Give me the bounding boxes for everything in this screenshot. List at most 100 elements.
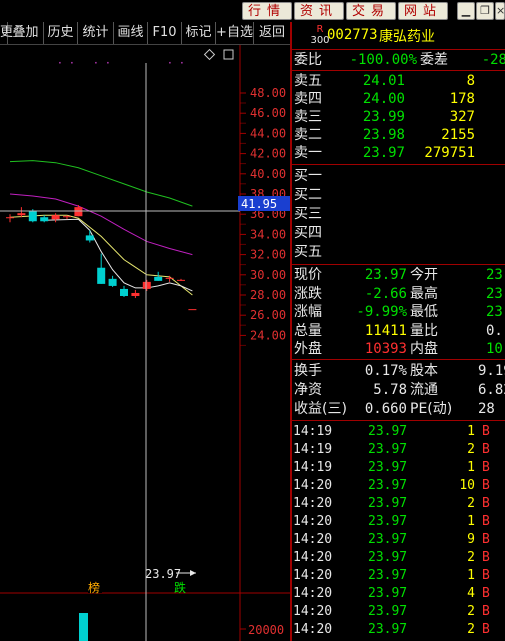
- stat-label: 总量: [294, 322, 322, 339]
- tick-volume: 2: [467, 550, 475, 565]
- bid-label: 买一: [294, 168, 322, 184]
- tick-direction: B: [482, 550, 490, 565]
- stat-row: 现价 23.97 今开 23.: [292, 266, 505, 284]
- candlestick-chart[interactable]: 48.0046.0044.0042.0040.0038.0036.0034.00…: [0, 45, 290, 641]
- tick-time: 14:20: [293, 586, 333, 601]
- bid-row[interactable]: 买五: [292, 243, 505, 261]
- trade-button[interactable]: 交易: [346, 2, 396, 20]
- ask-row[interactable]: 卖一 23.97 279751: [292, 144, 505, 162]
- stock-code: 002773: [327, 27, 378, 43]
- bid-row[interactable]: 买四: [292, 224, 505, 242]
- divider: [292, 420, 505, 421]
- bid-label: 买三: [294, 206, 322, 222]
- toolbar-stats[interactable]: 统计: [78, 22, 114, 44]
- candle-body: [40, 217, 49, 222]
- website-button[interactable]: 网站: [398, 2, 448, 20]
- ask-row[interactable]: 卖三 23.99 327: [292, 108, 505, 126]
- stat-label-2: 内盘: [410, 341, 438, 357]
- stock-name: 康弘药业: [379, 29, 435, 45]
- tick-price: 23.97: [368, 622, 408, 637]
- stat2-row: 换手 0.17% 股本 9.19: [292, 362, 505, 380]
- candle-body: [188, 309, 197, 311]
- hq-button[interactable]: 行情: [242, 2, 292, 20]
- legend-dots: ·: [180, 56, 184, 70]
- legend-dots: ·: [168, 56, 172, 70]
- ask-label: 卖二: [294, 127, 322, 143]
- bid-label: 买二: [294, 187, 322, 203]
- crosshair-price-label: 41.95: [241, 197, 277, 211]
- candle-body: [74, 207, 83, 217]
- divider: [292, 359, 505, 360]
- toolbar-back[interactable]: 返回: [254, 22, 290, 44]
- price-tick-label: 44.00: [250, 126, 286, 140]
- tick-direction: B: [482, 532, 490, 547]
- tick-volume: 2: [467, 604, 475, 619]
- ask-row[interactable]: 卖五 24.01 8: [292, 72, 505, 90]
- ask-row[interactable]: 卖四 24.00 178: [292, 90, 505, 108]
- stat2-value: 0.660: [364, 401, 407, 417]
- weibi-label: 委比: [294, 52, 322, 68]
- weicha-label: 委差: [420, 52, 448, 68]
- restore-icon[interactable]: ❐: [476, 2, 494, 20]
- ma-green-line: [9, 160, 193, 207]
- ask-volume: 2155: [441, 127, 475, 143]
- toolbar-history[interactable]: 历史: [44, 22, 78, 44]
- ma-white-line: [44, 218, 193, 292]
- stat2-label-2: 股本: [410, 363, 438, 379]
- stat2-row: 净资 5.78 流通 6.82: [292, 381, 505, 399]
- close-icon[interactable]: ×: [495, 2, 505, 20]
- stat2-label: 净资: [294, 382, 322, 398]
- toolbar-cut-item[interactable]: 更: [0, 22, 13, 44]
- tick-row: 14:19 23.97 2 B: [292, 441, 505, 459]
- ask-label: 卖四: [294, 91, 322, 107]
- tick-price: 23.97: [368, 424, 408, 439]
- stat-value: 11411: [364, 322, 407, 339]
- ask-price: 23.99: [362, 109, 405, 125]
- stat-value: 10393: [364, 341, 407, 357]
- tick-price: 23.97: [368, 442, 408, 457]
- stat2-label-2: 流通: [410, 382, 438, 398]
- stat-value: 23.97: [364, 267, 407, 283]
- stat-label-2: 今开: [410, 267, 438, 283]
- legend-dots: ·: [70, 56, 74, 70]
- ask-volume: 327: [449, 109, 475, 125]
- tick-price: 23.97: [368, 568, 408, 583]
- tick-direction: B: [482, 586, 490, 601]
- tick-volume: 1: [467, 460, 475, 475]
- minimize-icon[interactable]: ▁: [457, 2, 475, 20]
- toolbar-add-watch[interactable]: +自选: [216, 22, 254, 44]
- stat2-value-2: 6.82: [478, 382, 505, 398]
- stat-value: -9.99%: [356, 304, 407, 320]
- bid-row[interactable]: 买二: [292, 186, 505, 204]
- volume-bar: [79, 613, 88, 641]
- tick-volume: 1: [467, 514, 475, 529]
- stat-row: 外盘 10393 内盘 10: [292, 340, 505, 358]
- bid-row[interactable]: 买三: [292, 205, 505, 223]
- candle-body: [85, 235, 94, 241]
- candle-body: [6, 217, 14, 219]
- ask-row[interactable]: 卖二 23.98 2155: [292, 126, 505, 144]
- stat-label-2: 最低: [410, 304, 438, 320]
- weibi-value: -100.00%: [349, 52, 417, 68]
- toolbar-mark[interactable]: 标记: [182, 22, 216, 44]
- ask-volume: 178: [449, 91, 475, 107]
- bid-row[interactable]: 买一: [292, 167, 505, 185]
- tick-volume: 9: [467, 532, 475, 547]
- top-strip: 行情 资讯 交易 网站 ▁ ❐ ×: [0, 0, 505, 22]
- candle-body: [165, 277, 174, 279]
- tick-row: 14:20 23.97 10 B: [292, 477, 505, 495]
- toolbar-overlay[interactable]: 叠加: [8, 22, 44, 44]
- stat2-value: 0.17%: [364, 363, 407, 379]
- last-price-arrow-head: [190, 570, 196, 576]
- price-tick-label: 28.00: [250, 288, 286, 302]
- ask-volume: 279751: [424, 145, 475, 161]
- toolbar-draw[interactable]: 画线: [114, 22, 148, 44]
- toolbar-f10[interactable]: F10: [148, 22, 182, 44]
- news-button[interactable]: 资讯: [294, 2, 344, 20]
- candle-body: [63, 216, 71, 218]
- volume-tick-label: 20000: [248, 623, 284, 637]
- price-tick-label: 40.00: [250, 167, 286, 181]
- tick-direction: B: [482, 460, 490, 475]
- tick-price: 23.97: [368, 550, 408, 565]
- stat2-value: 5.78: [373, 382, 407, 398]
